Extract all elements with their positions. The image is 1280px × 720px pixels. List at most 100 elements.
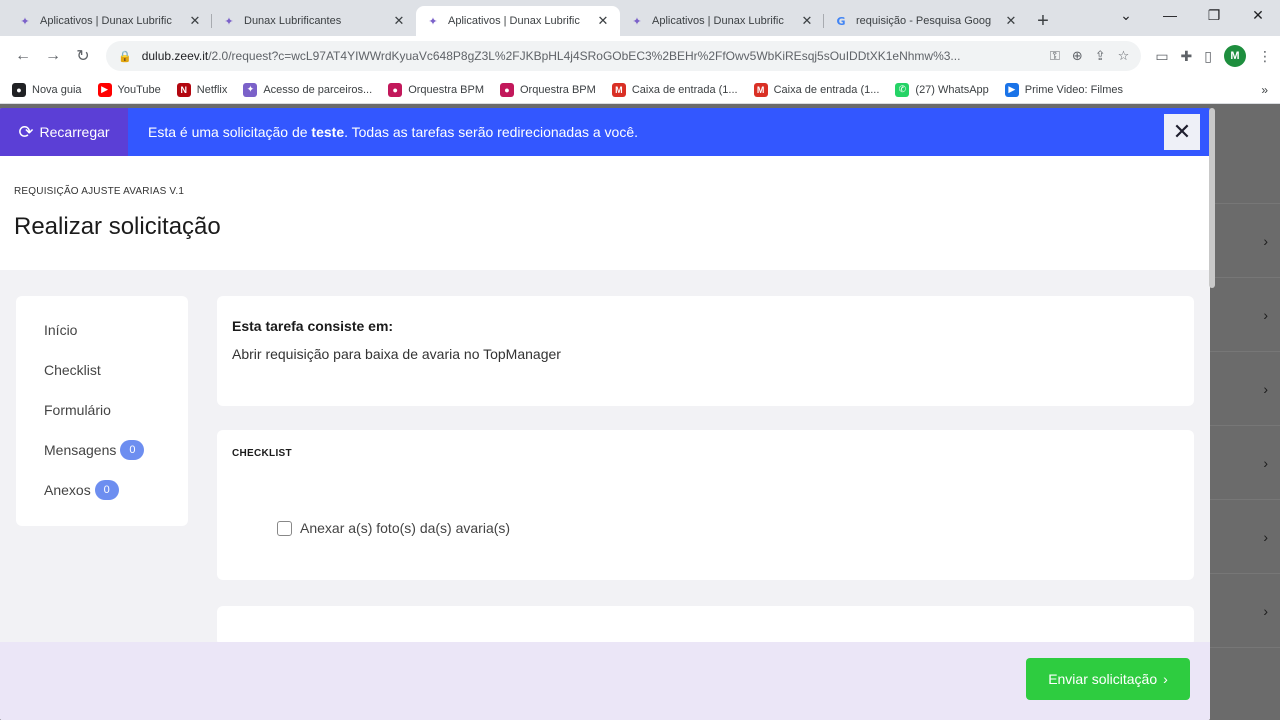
reload-button[interactable]: ⟳ Recarregar [0, 108, 128, 156]
close-icon[interactable]: ✕ [392, 13, 406, 29]
close-icon[interactable]: ✕ [1004, 13, 1018, 29]
back-icon[interactable]: ← [8, 41, 38, 71]
cast-icon[interactable]: ▭ [1155, 48, 1168, 65]
close-icon[interactable]: ✕ [596, 13, 610, 29]
install-icon[interactable]: ⊕ [1072, 48, 1083, 64]
form-card [217, 606, 1194, 646]
chevron-right-icon: › [1263, 380, 1268, 397]
refresh-icon: ⟳ [18, 121, 34, 142]
task-card: Esta tarefa consiste em: Abrir requisiçã… [217, 296, 1194, 406]
bookmark-item[interactable]: M Caixa de entrada (1... [611, 82, 738, 97]
bookmark-item[interactable]: ● Orquestra BPM [388, 82, 484, 97]
youtube-icon: ▶ [97, 82, 112, 97]
lock-icon[interactable]: 🔒 [118, 50, 132, 63]
list-item[interactable]: › [1210, 426, 1280, 500]
nav-item-mensagens[interactable]: Mensagens 0 [44, 440, 188, 482]
bookmark-item[interactable]: ▶ YouTube [97, 82, 161, 97]
zeev-icon: ✦ [632, 15, 642, 28]
browser-tab-active[interactable]: ✦ Aplicativos | Dunax Lubrific ✕ [416, 6, 620, 36]
nav-item-inicio[interactable]: Início [44, 322, 188, 362]
chevron-right-icon: › [1263, 528, 1268, 545]
sidepanel-icon[interactable]: ▯ [1204, 48, 1212, 65]
netflix-icon: N [176, 82, 191, 97]
browser-tab[interactable]: ✦ Dunax Lubrificantes ✕ [212, 6, 416, 36]
submit-request-button[interactable]: Enviar solicitação › [1026, 658, 1190, 700]
zeev-icon: ✦ [428, 15, 438, 28]
test-banner: ⟳ Recarregar Esta é uma solicitação de t… [0, 108, 1210, 156]
google-icon: G [836, 14, 846, 28]
forward-icon[interactable]: → [38, 41, 68, 71]
count-badge: 0 [94, 480, 119, 500]
browser-tab-strip: ✦ Aplicativos | Dunax Lubrific ✕ ✦ Dunax… [0, 0, 1280, 36]
menu-icon[interactable]: ⋮ [1258, 48, 1272, 65]
request-modal: ⟳ Recarregar Esta é uma solicitação de t… [0, 108, 1210, 720]
browser-tab[interactable]: ✦ Aplicativos | Dunax Lubrific ✕ [8, 6, 212, 36]
list-item[interactable]: › [1210, 574, 1280, 648]
close-modal-button[interactable]: ✕ [1164, 114, 1200, 150]
key-icon[interactable]: ⚿ [1050, 48, 1060, 64]
bookmark-item[interactable]: ● Nova guia [12, 82, 82, 97]
tab-title: Aplicativos | Dunax Lubrific [652, 15, 784, 27]
checklist-item-label: Anexar a(s) foto(s) da(s) avaria(s) [300, 520, 511, 536]
restore-icon[interactable]: ❐ [1192, 0, 1236, 30]
address-bar[interactable]: 🔒 dulub.zeev.it/2.0/request?c=wcL97AT4YI… [106, 41, 1142, 71]
profile-avatar[interactable]: M [1224, 45, 1246, 67]
browser-tab[interactable]: G requisição - Pesquisa Goog ✕ [824, 6, 1028, 36]
checklist-checkbox[interactable] [277, 520, 292, 536]
extensions-icon[interactable]: ✚ [1181, 48, 1193, 65]
bookmark-item[interactable]: ✦ Acesso de parceiros... [243, 82, 372, 97]
orquestra-icon: ● [388, 82, 403, 97]
new-tab-button[interactable]: + [1028, 6, 1058, 36]
checklist-card: CHECKLIST Anexar a(s) foto(s) da(s) avar… [217, 430, 1194, 580]
bookmark-item[interactable]: ✆ (27) WhatsApp [895, 82, 989, 97]
list-item[interactable] [1210, 104, 1280, 204]
more-bookmarks-icon[interactable]: » [1261, 83, 1268, 97]
window-close-icon[interactable]: ✕ [1236, 0, 1280, 30]
prime-video-icon: ▶ [1004, 82, 1019, 97]
orquestra-icon: ● [500, 82, 514, 97]
scrollbar-thumb[interactable] [1209, 108, 1215, 288]
close-icon[interactable]: ✕ [188, 13, 202, 29]
checklist-item[interactable]: Anexar a(s) foto(s) da(s) avaria(s) [277, 520, 510, 536]
minimize-icon[interactable]: — [1148, 0, 1192, 30]
reload-page-icon[interactable]: ↻ [68, 41, 98, 71]
nav-item-formulario[interactable]: Formulário [44, 402, 188, 442]
nav-item-anexos[interactable]: Anexos 0 [44, 480, 188, 522]
tab-title: requisição - Pesquisa Goog [856, 15, 992, 27]
zeev-icon: ✦ [243, 82, 258, 97]
count-badge: 0 [120, 440, 145, 460]
banner-message: Esta é uma solicitação de teste. Todas a… [148, 124, 639, 140]
globe-icon: ● [12, 82, 26, 97]
list-item[interactable]: › [1210, 352, 1280, 426]
zeev-icon: ✦ [20, 15, 30, 28]
bookmark-item[interactable]: N Netflix [176, 82, 227, 97]
section-nav: Início Checklist Formulário Mensagens 0 A… [16, 296, 188, 526]
tab-title: Aplicativos | Dunax Lubrific [448, 15, 580, 27]
tab-title: Aplicativos | Dunax Lubrific [40, 15, 172, 27]
task-description: Abrir requisição para baixa de avaria no… [232, 346, 561, 362]
scrollbar[interactable] [1208, 108, 1216, 358]
whatsapp-icon: ✆ [895, 82, 910, 97]
bookmarks-bar: ● Nova guia ▶ YouTube N Netflix ✦ Acesso de … [0, 76, 1280, 104]
chevron-right-icon: › [1263, 454, 1268, 471]
reload-label: Recarregar [39, 124, 110, 140]
tab-search-icon[interactable]: ⌄ [1104, 0, 1148, 30]
share-icon[interactable]: ⇪ [1095, 48, 1106, 64]
browser-tab[interactable]: ✦ Aplicativos | Dunax Lubrific ✕ [620, 6, 824, 36]
list-item[interactable]: › [1210, 500, 1280, 574]
bookmark-item[interactable]: ● Orquestra BPM [500, 82, 596, 97]
background-list: › › › › › › [1210, 104, 1280, 720]
zeev-icon: ✦ [224, 15, 234, 28]
page-background: › › › › › › ⟳ Recarregar Esta é uma soli… [0, 104, 1280, 720]
bookmark-item[interactable]: M Caixa de entrada (1... [753, 82, 879, 97]
bookmark-item[interactable]: ▶ Prime Video: Filmes [1004, 82, 1123, 97]
close-icon[interactable]: ✕ [800, 13, 814, 29]
gmail-icon: M [753, 82, 768, 97]
tab-title: Dunax Lubrificantes [244, 15, 342, 27]
list-item[interactable]: › [1210, 278, 1280, 352]
bookmark-star-icon[interactable]: ☆ [1118, 48, 1130, 64]
url-text[interactable]: dulub.zeev.it/2.0/request?c=wcL97AT4YIWW… [142, 49, 1050, 63]
checklist-heading: CHECKLIST [232, 448, 292, 459]
list-item[interactable]: › [1210, 204, 1280, 278]
nav-item-checklist[interactable]: Checklist [44, 362, 188, 402]
